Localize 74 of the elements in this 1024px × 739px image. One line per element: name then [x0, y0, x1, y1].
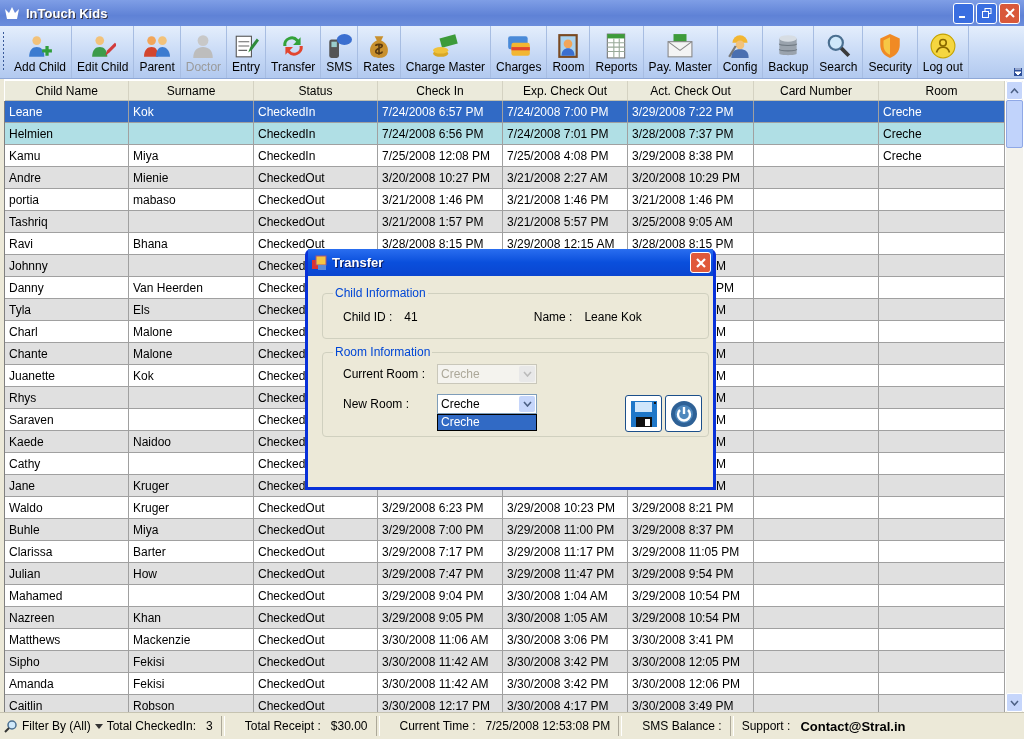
close-icon: [694, 256, 707, 269]
toolbar-button[interactable]: Transfer: [266, 26, 322, 78]
status-value: 7/25/2008 12:53:08 PM: [485, 719, 611, 733]
column-header[interactable]: Card Number: [754, 81, 879, 100]
toolbar-button[interactable]: Config: [717, 26, 764, 78]
person-pencil-icon: [89, 33, 116, 59]
field-value: 41: [404, 310, 418, 324]
toolbar-button[interactable]: Charge Master: [400, 26, 492, 78]
support-email: Contact@Stral.in: [800, 718, 906, 734]
toolbar-button[interactable]: Add Child: [9, 26, 73, 78]
scroll-down-button[interactable]: [1006, 693, 1023, 712]
minimize-button[interactable]: [953, 2, 974, 24]
scroll-thumb[interactable]: [1006, 100, 1023, 148]
toolbar-button[interactable]: Entry: [227, 26, 267, 78]
column-header[interactable]: Surname: [129, 81, 254, 100]
power-button[interactable]: [665, 395, 702, 432]
status-value: 3: [206, 719, 213, 733]
column-header[interactable]: Act. Check Out: [628, 81, 754, 100]
close-button[interactable]: [999, 2, 1020, 24]
caret-down-icon: [1010, 699, 1019, 706]
toolbar-button[interactable]: Backup: [763, 26, 815, 78]
toolbar-button[interactable]: Room: [547, 26, 591, 78]
column-header[interactable]: Room: [879, 81, 1005, 100]
envelope-icon: [667, 33, 694, 59]
toolbar-button[interactable]: Security: [863, 26, 918, 78]
close-button[interactable]: [690, 252, 711, 273]
caret-icon[interactable]: [94, 723, 103, 729]
person-plus-icon: [27, 33, 53, 59]
maximize-button[interactable]: [976, 2, 997, 24]
money-icon: [432, 33, 459, 59]
people-icon: [144, 33, 171, 59]
toolbar-button[interactable]: Search: [814, 26, 864, 78]
notepad-icon: [233, 33, 260, 59]
room-dropdown[interactable]: Creche: [437, 394, 537, 414]
dropdown-option[interactable]: Creche: [438, 415, 536, 430]
status-label: Current Time :: [399, 719, 476, 733]
search-icon: [825, 33, 852, 59]
overflow-arrow-icon[interactable]: [1014, 68, 1022, 76]
filter-dropdown[interactable]: Filter By (All): [22, 719, 91, 733]
scroll-up-button[interactable]: [1006, 81, 1023, 100]
caret-down-icon: [522, 401, 532, 407]
column-header[interactable]: Status: [254, 81, 378, 100]
crown-icon: [4, 5, 20, 21]
field-label: Name :: [533, 310, 573, 324]
restore-icon: [981, 8, 992, 18]
toolbar-button[interactable]: Rates: [358, 26, 401, 78]
form-icon: [311, 254, 327, 271]
logout-icon: [929, 33, 956, 59]
window-title: InTouch Kids: [26, 5, 108, 21]
minimize-icon: [959, 16, 965, 18]
status-value: $30.00: [330, 719, 368, 733]
scrollbar[interactable]: [1006, 81, 1023, 712]
status-label: Support :: [741, 719, 791, 733]
toolbar-button[interactable]: SMS: [321, 26, 359, 78]
power-icon: [668, 398, 699, 429]
close-icon: [1003, 7, 1016, 19]
column-header[interactable]: Exp. Check Out: [503, 81, 628, 100]
search-icon: [4, 719, 18, 733]
save-button[interactable]: [625, 395, 662, 432]
column-header[interactable]: Child Name: [5, 81, 129, 100]
caret-up-icon: [1010, 87, 1019, 94]
toolbar-button[interactable]: Pay. Master: [643, 26, 718, 78]
toolbar-button[interactable]: Reports: [590, 26, 644, 78]
status-label: SMS Balance :: [642, 719, 722, 733]
cards-icon: [505, 33, 532, 59]
status-label: Total CheckedIn:: [106, 719, 197, 733]
column-header[interactable]: Check In: [378, 81, 503, 100]
phone-icon: [326, 33, 353, 59]
toolbar-button[interactable]: Edit Child: [72, 26, 135, 78]
toolbar-button[interactable]: Charges: [491, 26, 548, 78]
toolbar-button[interactable]: Parent: [134, 26, 181, 78]
status-label: Total Receipt :: [244, 719, 321, 733]
caret-down-icon: [522, 371, 532, 377]
toolbar-button[interactable]: Log out: [917, 26, 969, 78]
